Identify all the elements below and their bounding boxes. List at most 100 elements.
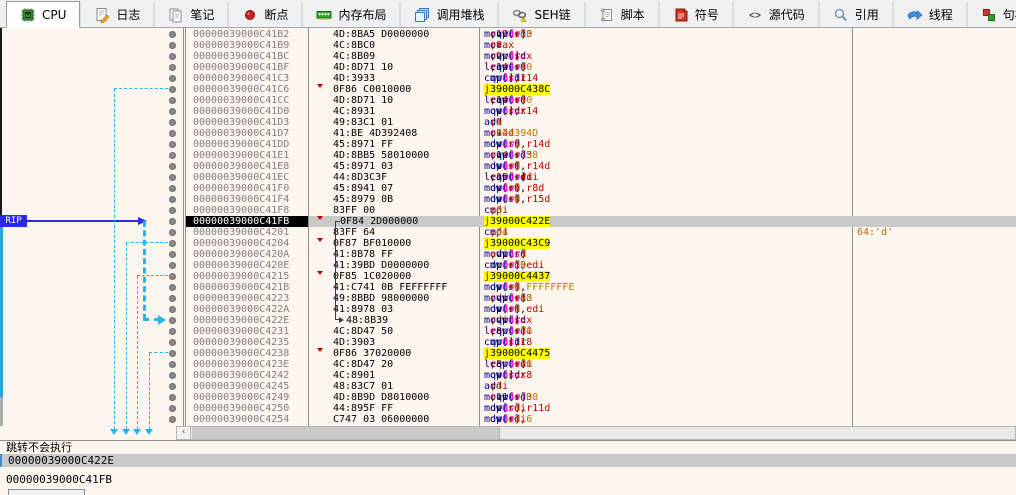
tab-seh-chain[interactable]: SEH链 xyxy=(498,2,585,27)
tab-call-stack[interactable]: 调用堆栈 xyxy=(400,2,499,27)
tab-breakpoints[interactable]: 断点 xyxy=(228,2,303,27)
breakpoint-dot[interactable] xyxy=(169,262,176,269)
tab-log[interactable]: 日志 xyxy=(80,2,155,27)
row-address: 00000039000C41D0 xyxy=(193,106,290,117)
jump-target-address[interactable]: 00000039000C422E xyxy=(0,454,1016,467)
breakpoint-dot[interactable] xyxy=(169,405,176,412)
row-address: 00000039000C41D7 xyxy=(193,128,290,139)
breakpoint-dot[interactable] xyxy=(169,350,176,357)
disasm-row[interactable]: 00000039000C4245 48:83C7 01 add rdi, 1 xyxy=(0,381,1016,392)
disasm-row[interactable]: 00000039000C4242 4C:8901 mov qword ptr ds:… xyxy=(0,370,1016,381)
breakpoint-dot[interactable] xyxy=(169,130,176,137)
breakpoint-dot[interactable] xyxy=(169,64,176,71)
disasm-row[interactable]: 00000039000C4238 0F86 37020000 jbe 39000C4… xyxy=(0,348,1016,359)
disasm-row[interactable]: 00000039000C4249 4D:8B9D D8010000 mov r11,… xyxy=(0,392,1016,403)
disasm-row[interactable]: 00000039000C420E 41:39BD D0000000 cmp dwor… xyxy=(0,260,1016,271)
row-address: 00000039000C41BC xyxy=(193,51,290,62)
breakpoint-dot[interactable] xyxy=(169,174,176,181)
breakpoint-dot[interactable] xyxy=(169,229,176,236)
disasm-row[interactable]: 00000039000C41C3 4D:3933 cmp qword ptr ds:… xyxy=(0,73,1016,84)
breakpoint-dot[interactable] xyxy=(169,372,176,379)
breakpoint-dot[interactable] xyxy=(169,218,176,225)
disasm-row[interactable]: 00000039000C422E 48:8B39 mov rdi, qword ptr… xyxy=(0,315,1016,326)
disasm-row[interactable]: 00000039000C41B2 4D:8BA5 D0000000 mov r12,… xyxy=(0,29,1016,40)
breakpoint-dot[interactable] xyxy=(169,152,176,159)
jump-arrow xyxy=(122,429,130,435)
breakpoint-dot[interactable] xyxy=(169,141,176,148)
breakpoint-dot[interactable] xyxy=(169,97,176,104)
horizontal-scrollbar[interactable]: ‹ xyxy=(176,426,1016,440)
row-instruction: mov r12, qword ptr ds:[r13 + D0] xyxy=(484,29,533,40)
breakpoint-dot[interactable] xyxy=(169,185,176,192)
tab-script[interactable]: 脚本 xyxy=(584,2,659,27)
tab-threads[interactable]: 线程 xyxy=(892,2,967,27)
disasm-row[interactable]: 00000039000C41B9 4C:8BC0 mov r8, rax xyxy=(0,40,1016,51)
tab-symbols[interactable]: 符号 xyxy=(658,2,733,27)
row-address: 00000039000C422E xyxy=(193,315,290,326)
breakpoint-dot[interactable] xyxy=(169,383,176,390)
tab-references[interactable]: 引用 xyxy=(818,2,893,27)
breakpoint-dot[interactable] xyxy=(169,416,176,423)
disasm-row[interactable]: 00000039000C41BC 4C:8B09 mov r9, qword ptr … xyxy=(0,51,1016,62)
breakpoint-dot[interactable] xyxy=(169,31,176,38)
scroll-left-button[interactable]: ‹ xyxy=(177,427,191,439)
breakpoint-dot[interactable] xyxy=(169,273,176,280)
hscrollbar-thumb[interactable] xyxy=(192,427,500,439)
row-bytes: 41:8B78 FF xyxy=(333,249,394,260)
disasm-row[interactable]: 00000039000C41CC 4D:8D71 10 lea r14, qword … xyxy=(0,95,1016,106)
disasm-row[interactable]: 00000039000C422A 41:8978 03 mov dword ptr … xyxy=(0,304,1016,315)
breakpoint-dot[interactable] xyxy=(169,295,176,302)
row-instruction: mov r11, qword ptr ds:[r13 +1D8] xyxy=(484,392,539,403)
disasm-row[interactable]: 00000039000C4223 49:8BBD 98000000 mov rdi,… xyxy=(0,293,1016,304)
breakpoint-dot[interactable] xyxy=(169,53,176,60)
breakpoint-dot[interactable] xyxy=(169,196,176,203)
disasm-row[interactable]: 00000039000C421B 41:C741 0B FEFFFFFF mov d… xyxy=(0,282,1016,293)
breakpoint-dot[interactable] xyxy=(169,207,176,214)
row-instruction: cmp qword ptr ds:[r11], r14 xyxy=(484,73,539,84)
disasm-row[interactable]: 00000039000C423E 4C:8D47 20 lea r8, qword p… xyxy=(0,359,1016,370)
disasm-row[interactable]: 00000039000C4235 4D:3903 cmp qword ptr ds:… xyxy=(0,337,1016,348)
tab-source[interactable]: <> 源代码 xyxy=(732,2,819,27)
disasm-row[interactable]: 00000039000C4201 83FF 64 cmp edi, 64 64:'d' xyxy=(0,227,1016,238)
breakpoint-dot[interactable] xyxy=(169,240,176,247)
disasm-row[interactable]: 00000039000C41FB 0F84 2D000000 je 39000C42… xyxy=(0,216,1016,227)
breakpoint-dot[interactable] xyxy=(169,42,176,49)
disasm-row[interactable]: 00000039000C4215 0F85 1C020000 jne 39000C4… xyxy=(0,271,1016,282)
disasm-row[interactable]: 00000039000C420A 41:8B78 FF mov edi, dword … xyxy=(0,249,1016,260)
breakpoint-dot[interactable] xyxy=(169,306,176,313)
breakpoint-dot[interactable] xyxy=(169,251,176,258)
disasm-row[interactable]: 00000039000C4231 4C:8D47 50 lea r8, qword p… xyxy=(0,326,1016,337)
breakpoint-dot[interactable] xyxy=(169,394,176,401)
breakpoint-dot[interactable] xyxy=(169,75,176,82)
breakpoint-dot[interactable] xyxy=(169,339,176,346)
breakpoint-dot[interactable] xyxy=(169,284,176,291)
disasm-row[interactable]: 00000039000C41DD 45:8971 FF mov dword ptr … xyxy=(0,139,1016,150)
row-bytes: 0F84 2D000000 xyxy=(340,216,419,227)
breakpoint-dot[interactable] xyxy=(169,163,176,170)
disasm-row[interactable]: 00000039000C41D0 4C:8931 mov qword ptr ds:… xyxy=(0,106,1016,117)
disasm-row[interactable]: 00000039000C41E8 45:8971 03 mov dword ptr … xyxy=(0,161,1016,172)
breakpoint-dot[interactable] xyxy=(169,361,176,368)
tab-notes[interactable]: 笔记 xyxy=(154,2,229,27)
disasm-row[interactable]: 00000039000C41F8 83FF 00 cmp edi, 0 xyxy=(0,205,1016,216)
tab-handles[interactable]: 句柄 xyxy=(966,2,1016,27)
breakpoint-dot[interactable] xyxy=(169,86,176,93)
tab-cpu[interactable]: 64 CPU xyxy=(6,1,81,28)
disasm-row[interactable]: 00000039000C4204 0F87 BF010000 ja 39000C43… xyxy=(0,238,1016,249)
breakpoint-dot[interactable] xyxy=(169,108,176,115)
disasm-row[interactable]: 00000039000C41C6 0F86 C0010000 jbe 39000C4… xyxy=(0,84,1016,95)
disasm-row[interactable]: 00000039000C41D7 41:BE 4D392408 mov r14d, 8… xyxy=(0,128,1016,139)
disasm-row[interactable]: 00000039000C4250 44:895F FF mov dword ptr … xyxy=(0,403,1016,414)
disasm-row[interactable]: 00000039000C41EC 44:8D3C3F lea r15d, qword … xyxy=(0,172,1016,183)
breakpoint-dot[interactable] xyxy=(169,317,176,324)
breakpoint-dot[interactable] xyxy=(169,328,176,335)
disasm-row[interactable]: 00000039000C41F4 45:8979 0B mov dword ptr … xyxy=(0,194,1016,205)
tab-memory-map[interactable]: 内存布局 xyxy=(302,2,401,27)
disasm-row[interactable]: 00000039000C41E1 4D:8BB5 58010000 mov r14,… xyxy=(0,150,1016,161)
row-instruction: mov dword ptr ds:[r9 +3], r14d xyxy=(484,161,551,172)
disasm-row[interactable]: 00000039000C41D3 49:83C1 01 add r9, 1 xyxy=(0,117,1016,128)
disasm-row[interactable]: 00000039000C4254 C747 03 06000000 mov dwor… xyxy=(0,414,1016,425)
breakpoint-dot[interactable] xyxy=(169,119,176,126)
disasm-row[interactable]: 00000039000C41F0 45:8941 07 mov dword ptr … xyxy=(0,183,1016,194)
disasm-row[interactable]: 00000039000C41BF 4D:8D71 10 lea r14, qword … xyxy=(0,62,1016,73)
